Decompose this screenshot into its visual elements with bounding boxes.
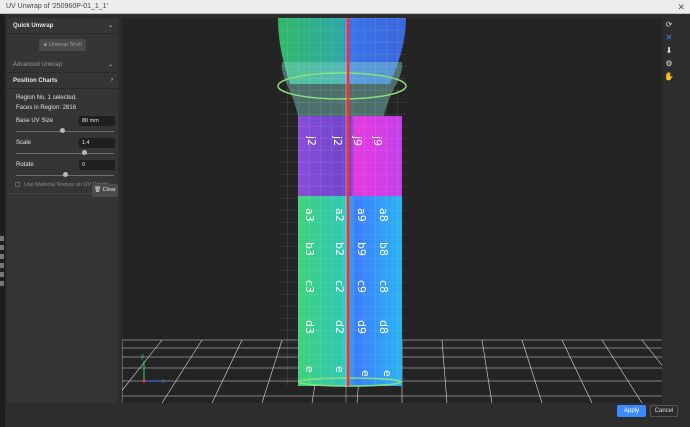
apply-button[interactable]: Apply — [617, 405, 646, 417]
position-charts-title: Position Charts — [13, 78, 58, 84]
left-edge-strip — [0, 14, 5, 427]
slider-track — [16, 153, 114, 154]
cell-label: j2 — [331, 135, 344, 146]
slider-thumb[interactable] — [82, 150, 88, 155]
edge-marker — [0, 281, 4, 286]
cell-label: a2 — [333, 208, 346, 222]
edge-marker — [0, 254, 4, 259]
quick-unwrap-title: Quick Unwrap — [13, 23, 54, 29]
cell-label: a3 — [303, 208, 316, 222]
axis-gizmo: y x — [141, 354, 165, 385]
cell-label: j9 — [351, 135, 364, 146]
cell-label: b2 — [333, 242, 346, 256]
unwrap-shell-button[interactable]: ◈ Unwrap Shell — [39, 39, 86, 51]
scale-slider[interactable] — [7, 149, 118, 157]
axis-y-label: y — [141, 354, 144, 360]
rotate-field[interactable]: 0 — [79, 160, 115, 170]
base-uv-size-row: Base UV Size 80 mm — [7, 116, 118, 127]
chevron-right-icon[interactable]: › — [111, 77, 113, 83]
cell-label: b8 — [377, 242, 390, 256]
advanced-unwrap-header[interactable]: Advanced Unwrap ⌄ — [7, 57, 118, 73]
rotate-label: Rotate — [16, 162, 34, 168]
cell-label: e — [303, 366, 316, 373]
advanced-unwrap-title: Advanced Unwrap — [13, 62, 63, 68]
cell-label: d2 — [333, 320, 346, 334]
checkbox-box[interactable] — [15, 182, 20, 187]
rotate-slider[interactable] — [7, 171, 118, 179]
fit-view-icon[interactable]: ✕ — [664, 33, 674, 43]
chevron-down-icon[interactable]: ⌄ — [108, 61, 113, 68]
cell-label: b3 — [303, 242, 316, 256]
chevron-down-icon[interactable]: ⌄ — [108, 22, 113, 29]
cell-label: a8 — [377, 208, 390, 222]
clear-button[interactable]: 🗑 Clear — [92, 184, 118, 197]
hand-pan-icon[interactable]: ✋ — [664, 72, 674, 82]
cell-label: j2 — [305, 135, 318, 146]
slider-thumb[interactable] — [59, 128, 65, 133]
base-uv-size-field[interactable]: 80 mm — [79, 116, 115, 126]
cell-label: d8 — [377, 320, 390, 334]
scale-label: Scale — [16, 140, 32, 146]
faces-in-region-text: Faces in Region: 2816 — [16, 105, 77, 111]
position-charts-header[interactable]: Position Charts › — [7, 73, 118, 89]
base-uv-size-label: Base UV Size — [16, 118, 54, 124]
cell-label: c9 — [355, 280, 368, 293]
edge-marker — [0, 272, 4, 277]
axis-x-label: x — [162, 379, 165, 385]
cell-label: e — [381, 370, 394, 377]
cell-label: c2 — [333, 280, 346, 293]
region-selected-text: Region No. 1 selected. — [16, 95, 77, 101]
trash-icon: 🗑 — [94, 187, 102, 193]
cell-label: e — [359, 370, 372, 377]
settings-icon[interactable]: ⚙ — [664, 59, 674, 69]
scale-row: Scale 1.4 — [7, 138, 118, 149]
slider-track — [16, 131, 114, 132]
window-title: UV Unwrap of '250960P-01_1_1' — [6, 3, 108, 10]
clear-label: Clear — [102, 187, 116, 193]
unwrap-shell-label: Unwrap Shell — [49, 42, 82, 48]
edge-marker — [0, 236, 4, 241]
shell-icon: ◈ — [43, 42, 48, 48]
edge-marker — [0, 245, 4, 250]
cell-label: c8 — [377, 280, 390, 293]
refresh-icon[interactable]: ⟳ — [664, 20, 674, 30]
uv-3d-viewport[interactable]: j2 j2 j9 j9 a3 a2 a9 a8 b3 b2 b9 b8 c3 c… — [122, 18, 662, 403]
cell-label: e — [333, 366, 346, 373]
edge-marker — [0, 263, 4, 268]
cell-label: d3 — [303, 320, 316, 334]
viewport-canvas[interactable]: j2 j2 j9 j9 a3 a2 a9 a8 b3 b2 b9 b8 c3 c… — [122, 18, 662, 403]
slider-thumb[interactable] — [62, 172, 68, 177]
close-icon[interactable]: ✕ — [677, 0, 685, 14]
cell-label: j9 — [371, 135, 384, 146]
quick-unwrap-header[interactable]: Quick Unwrap ⌄ — [7, 18, 118, 34]
options-panel: Quick Unwrap ⌄ ◈ Unwrap Shell Advanced U… — [7, 18, 118, 403]
cell-label: b9 — [355, 242, 368, 256]
cancel-button[interactable]: Cancel — [650, 405, 678, 417]
download-icon[interactable]: ⬇ — [664, 46, 674, 56]
viewport-toolbar: ⟳ ✕ ⬇ ⚙ ✋ — [664, 20, 676, 85]
base-uv-size-slider[interactable] — [7, 127, 118, 135]
window-titlebar: UV Unwrap of '250960P-01_1_1' ✕ — [0, 0, 690, 14]
cell-label: a9 — [355, 208, 368, 222]
cell-label: d9 — [355, 320, 368, 334]
scale-field[interactable]: 1.4 — [79, 138, 115, 148]
cell-label: c3 — [303, 280, 316, 293]
rotate-row: Rotate 0 — [7, 160, 118, 171]
